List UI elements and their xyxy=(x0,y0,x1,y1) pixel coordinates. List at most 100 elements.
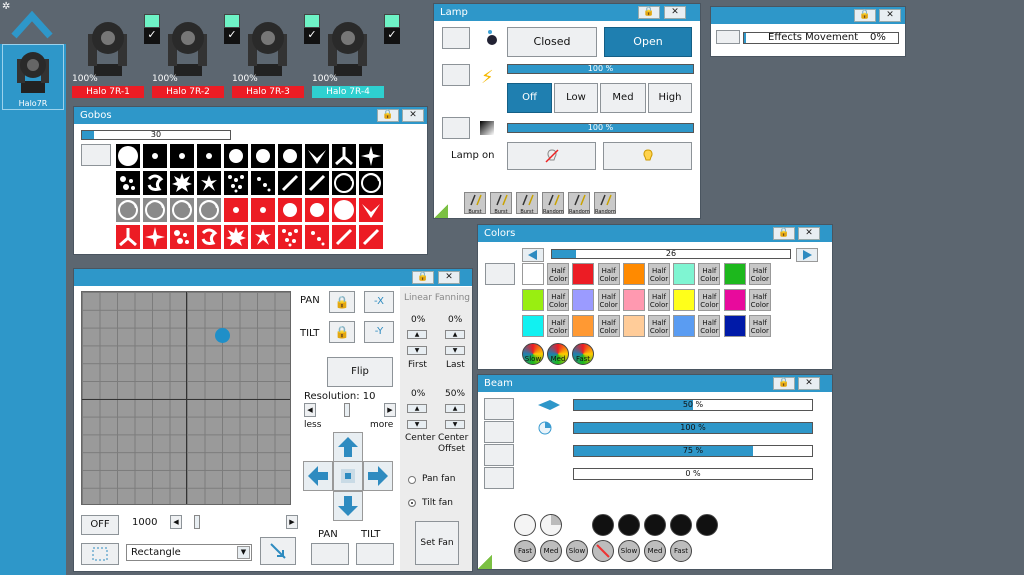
half-color-button[interactable]: Half Color xyxy=(547,315,570,337)
tilt-fan-radio[interactable] xyxy=(408,499,416,507)
color-swatch[interactable] xyxy=(572,263,595,285)
swap-axes-button[interactable] xyxy=(260,537,296,565)
dial-quarter-button[interactable] xyxy=(540,514,562,536)
close-button[interactable]: ✕ xyxy=(879,9,901,22)
speed-med-button[interactable]: Med xyxy=(644,540,666,562)
last-up-button[interactable]: ▲ xyxy=(445,330,465,339)
first-down-button[interactable]: ▼ xyxy=(407,346,427,355)
gobo-line-button[interactable] xyxy=(332,225,356,249)
pantilt-cursor[interactable] xyxy=(215,328,230,343)
gobo-sparkle-button[interactable] xyxy=(278,225,302,249)
lock-icon[interactable]: 🔒 xyxy=(412,271,434,284)
dimmer-reset-button[interactable] xyxy=(442,117,470,139)
effects-toggle-button[interactable] xyxy=(716,30,740,44)
speed-slow-button[interactable]: Slow xyxy=(566,540,588,562)
gobo-line-button[interactable] xyxy=(305,171,329,195)
dial-black-button[interactable] xyxy=(670,514,692,536)
fixture-4[interactable]: ✓ 100% Halo 7R-4 xyxy=(312,10,400,100)
set-fan-button[interactable]: Set Fan xyxy=(415,521,459,565)
gobo-dot-button[interactable] xyxy=(197,144,221,168)
color-wheel-med-button[interactable]: Med xyxy=(547,343,569,365)
gobo-dots3-button[interactable] xyxy=(305,225,329,249)
colors-prev-icon[interactable] xyxy=(522,248,544,262)
gobo-burst-button[interactable] xyxy=(224,225,248,249)
gobo-circle-button[interactable] xyxy=(278,144,302,168)
half-color-button[interactable]: Half Color xyxy=(597,263,620,285)
select-shape-button[interactable] xyxy=(81,543,119,565)
color-swatch[interactable] xyxy=(723,263,746,285)
half-color-button[interactable]: Half Color xyxy=(748,315,771,337)
fixture-1[interactable]: ✓ 100% Halo 7R-1 xyxy=(72,10,160,100)
pan-value-button[interactable] xyxy=(311,543,349,565)
color-swatch[interactable] xyxy=(622,289,645,311)
gobo-disc-button[interactable] xyxy=(332,198,356,222)
beam-bar-3[interactable]: 75 % xyxy=(573,445,813,457)
color-swatch[interactable] xyxy=(622,315,645,337)
color-swatch[interactable] xyxy=(572,315,595,337)
gobos-slider[interactable]: 30 xyxy=(81,130,231,140)
gobo-swirl-button[interactable] xyxy=(143,171,167,195)
gobo-swirl-button[interactable] xyxy=(197,225,221,249)
gobo-fast-button[interactable] xyxy=(197,198,221,222)
effects-movement-bar[interactable]: Effects Movement 0% xyxy=(743,32,899,44)
dial-black-button[interactable] xyxy=(696,514,718,536)
move-left-button[interactable] xyxy=(303,461,333,491)
lamp-on-button[interactable] xyxy=(603,142,692,170)
color-swatch[interactable] xyxy=(723,289,746,311)
color-swatch[interactable] xyxy=(673,315,696,337)
gobos-reset-button[interactable] xyxy=(81,144,111,166)
gobo-circle-button[interactable] xyxy=(305,198,329,222)
gobo-tri-button[interactable] xyxy=(116,225,140,249)
shutter-open-button[interactable]: Open xyxy=(604,27,692,57)
fixture-2[interactable]: ✓ 100% Halo 7R-2 xyxy=(152,10,240,100)
color-swatch[interactable] xyxy=(522,263,544,285)
offset-down-button[interactable]: ▼ xyxy=(445,420,465,429)
lock-icon[interactable]: 🔒 xyxy=(638,6,660,19)
shutter-reset-button[interactable] xyxy=(442,27,470,49)
macro-burst-button[interactable]: Burst xyxy=(464,192,486,215)
strobe-off-button[interactable]: Off xyxy=(507,83,552,113)
gobo-med-button[interactable] xyxy=(359,171,383,195)
half-color-button[interactable]: Half Color xyxy=(698,289,721,311)
close-button[interactable]: ✕ xyxy=(402,109,424,122)
speed-med-button[interactable]: Med xyxy=(540,540,562,562)
gobo-dot-button[interactable] xyxy=(224,198,248,222)
half-color-button[interactable]: Half Color xyxy=(748,263,771,285)
center-up-button[interactable]: ▲ xyxy=(407,404,427,413)
chevron-up-icon[interactable] xyxy=(10,6,54,40)
gobo-fast-button[interactable] xyxy=(332,171,356,195)
close-button[interactable]: ✕ xyxy=(664,6,686,19)
gobo-dot-button[interactable] xyxy=(170,144,194,168)
half-color-button[interactable]: Half Color xyxy=(698,263,721,285)
dial-black-button[interactable] xyxy=(592,514,614,536)
stop-button[interactable] xyxy=(592,540,614,562)
strobe-med-button[interactable]: Med xyxy=(600,83,646,113)
lock-icon[interactable]: 🔒 xyxy=(854,9,876,22)
lamp-off-button[interactable] xyxy=(507,142,596,170)
half-color-button[interactable]: Half Color xyxy=(547,289,570,311)
half-color-button[interactable]: Half Color xyxy=(648,289,670,311)
gobo-bubbles-button[interactable] xyxy=(116,171,140,195)
gobo-star4-button[interactable] xyxy=(359,144,383,168)
pan-fan-radio[interactable] xyxy=(408,476,416,484)
gobo-dot-button[interactable] xyxy=(251,198,275,222)
half-color-button[interactable]: Half Color xyxy=(698,315,721,337)
strobe-bar[interactable]: 100 % xyxy=(507,64,694,74)
color-swatch[interactable] xyxy=(522,289,544,311)
move-down-button[interactable] xyxy=(333,491,363,521)
macro-burst-button[interactable]: Burst xyxy=(516,192,538,215)
gobo-burst-button[interactable] xyxy=(170,171,194,195)
beam-reset-button-3[interactable] xyxy=(484,444,514,466)
lock-icon[interactable]: 🔒 xyxy=(773,227,795,240)
speed-slider[interactable]: ◀ ▶ xyxy=(170,515,298,529)
gobo-dots3-button[interactable] xyxy=(251,171,275,195)
beam-bar-4[interactable]: 0 % xyxy=(573,468,813,480)
gobo-circle-button[interactable] xyxy=(278,198,302,222)
tilt-value-button[interactable] xyxy=(356,543,394,565)
color-swatch[interactable] xyxy=(673,263,696,285)
half-color-button[interactable]: Half Color xyxy=(748,289,771,311)
pan-lock-button[interactable]: 🔒 xyxy=(329,291,355,313)
close-button[interactable]: ✕ xyxy=(798,227,820,240)
gobo-sparkle-button[interactable] xyxy=(224,171,248,195)
gobo-splat-button[interactable] xyxy=(251,225,275,249)
